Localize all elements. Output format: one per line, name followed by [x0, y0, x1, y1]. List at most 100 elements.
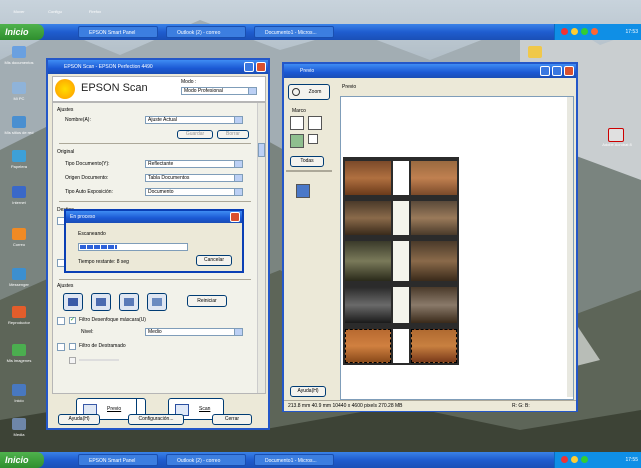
photo-frame[interactable] — [345, 161, 391, 195]
zoom-label: Zoom — [308, 89, 322, 95]
app-icon[interactable] — [12, 418, 26, 430]
ayuda-button[interactable]: Ayuda(H) — [58, 414, 100, 425]
maximize-button[interactable] — [552, 66, 562, 76]
start-button[interactable]: Inicio — [0, 24, 44, 40]
folder-icon[interactable] — [528, 46, 542, 58]
origen-select[interactable]: Tabla Documentos — [145, 174, 243, 182]
desktop-label[interactable]: Messenger — [2, 282, 36, 287]
divider — [59, 143, 251, 144]
desktop-label[interactable]: Mis sitios de red — [2, 130, 36, 135]
tipo-doc-select[interactable]: Reflectante — [145, 160, 243, 168]
photo-frame[interactable] — [411, 161, 457, 195]
divider — [286, 170, 332, 172]
desktop-label[interactable]: Mi PC — [2, 96, 36, 101]
desktop-label[interactable]: Mis imagenes — [2, 358, 36, 363]
cerrar-button[interactable]: Cerrar — [212, 414, 252, 425]
photo-frame-selected[interactable] — [411, 329, 457, 363]
app-icon[interactable] — [12, 384, 26, 396]
preview-window: Previo Zoom Previo Marco Todas Ayuda(H) — [282, 62, 578, 412]
nombre-select[interactable]: Ajuste Actual — [145, 116, 243, 124]
expand-toggle[interactable] — [57, 343, 65, 351]
tray-icon[interactable] — [591, 28, 598, 35]
tray-icon[interactable] — [581, 456, 588, 463]
desktop-label[interactable]: Media — [2, 432, 36, 437]
task-epson-smart-panel[interactable]: EPSON Smart Panel — [78, 26, 158, 38]
photo-frame-selected[interactable] — [345, 329, 391, 363]
scrollbar[interactable] — [257, 103, 265, 393]
tray-icon[interactable] — [561, 28, 568, 35]
tray-icon[interactable] — [571, 456, 578, 463]
photo-frame[interactable] — [345, 241, 391, 281]
histogram-button[interactable] — [63, 293, 83, 311]
desktop-label[interactable]: Papelera — [2, 164, 36, 169]
reiniciar-button[interactable]: Reiniciar — [187, 295, 227, 307]
photo-frame[interactable] — [411, 241, 457, 281]
task-epson-smart-panel[interactable]: EPSON Smart Panel — [78, 454, 158, 466]
photo-frame[interactable] — [411, 287, 457, 323]
photo-frame[interactable] — [345, 201, 391, 235]
task-word[interactable]: Documento1 - Micros... — [254, 26, 334, 38]
desktop-label[interactable]: Mis documentos — [2, 60, 36, 65]
task-word[interactable]: Documento1 - Micros... — [254, 454, 334, 466]
mode-select[interactable]: Modo Profesional — [181, 87, 257, 95]
desktop-label[interactable]: Inicio — [2, 398, 36, 403]
auto-locate-icon[interactable] — [290, 134, 304, 148]
frame-label — [393, 287, 409, 323]
color-picker-icon[interactable] — [296, 184, 310, 198]
folder-icon[interactable] — [12, 46, 26, 58]
preview-canvas[interactable] — [340, 96, 574, 400]
minimize-button[interactable] — [540, 66, 550, 76]
task-outlook[interactable]: Outlook (2) - correo — [166, 26, 246, 38]
close-button[interactable] — [230, 212, 240, 222]
close-button[interactable] — [564, 66, 574, 76]
desktop-label[interactable]: Reproductor — [2, 320, 36, 325]
task-outlook[interactable]: Outlook (2) - correo — [166, 454, 246, 466]
image-adjust-button[interactable] — [119, 293, 139, 311]
zoom-button[interactable]: Zoom — [288, 84, 330, 100]
delete-marquee-icon[interactable] — [308, 134, 318, 144]
mail-icon[interactable] — [12, 228, 26, 240]
preview-ayuda-button[interactable]: Ayuda(H) — [290, 386, 326, 397]
browser-icon[interactable] — [12, 186, 26, 198]
images-icon[interactable] — [12, 344, 26, 356]
expand-toggle[interactable] — [57, 317, 65, 325]
borrar-button[interactable]: Borrar — [217, 130, 249, 139]
color-palette-button[interactable] — [147, 293, 167, 311]
guardar-button[interactable]: Guardar — [177, 130, 213, 139]
tray-icon[interactable] — [581, 28, 588, 35]
filtro-destramado-checkbox[interactable] — [69, 343, 76, 350]
messenger-icon[interactable] — [12, 268, 26, 280]
tone-button[interactable] — [91, 293, 111, 311]
desktop-label[interactable]: Internet — [2, 200, 36, 205]
cancel-button[interactable]: Cancelar — [196, 255, 232, 266]
start-button[interactable]: Inicio — [0, 452, 44, 468]
desktop-label[interactable]: Mover — [2, 9, 36, 14]
nivel-select[interactable]: Medio — [145, 328, 243, 336]
tray-icon[interactable] — [571, 28, 578, 35]
tray-icon[interactable] — [561, 456, 568, 463]
desktop-label[interactable]: Firefox — [78, 9, 112, 14]
recycle-icon[interactable] — [12, 150, 26, 162]
tab-previo[interactable]: Previo — [342, 84, 356, 90]
tipo-auto-value: Documento — [148, 189, 174, 195]
photo-frame[interactable] — [345, 287, 391, 323]
network-icon[interactable] — [12, 116, 26, 128]
configuracion-button[interactable]: Configuración... — [128, 414, 184, 425]
computer-icon[interactable] — [12, 82, 26, 94]
desktop-label[interactable]: Adobe Acrobat 8 — [600, 142, 634, 147]
photo-frame[interactable] — [411, 201, 457, 235]
desktop-label[interactable]: Configu — [38, 9, 72, 14]
desktop-label[interactable]: Correo — [2, 242, 36, 247]
close-button[interactable] — [256, 62, 266, 72]
player-icon[interactable] — [12, 306, 26, 318]
pdf-icon[interactable] — [608, 128, 624, 142]
color-palette-icon — [152, 298, 162, 306]
tipo-auto-select[interactable]: Documento — [145, 188, 243, 196]
preview-scrollbar[interactable] — [567, 97, 573, 397]
scroll-thumb[interactable] — [258, 143, 265, 157]
copy-marquee-icon[interactable] — [308, 116, 322, 130]
minimize-button[interactable] — [244, 62, 254, 72]
todas-button[interactable]: Todas — [290, 156, 324, 167]
marquee-icon[interactable] — [290, 116, 304, 130]
filtro-desenfoque-checkbox[interactable]: ✓ — [69, 317, 76, 324]
